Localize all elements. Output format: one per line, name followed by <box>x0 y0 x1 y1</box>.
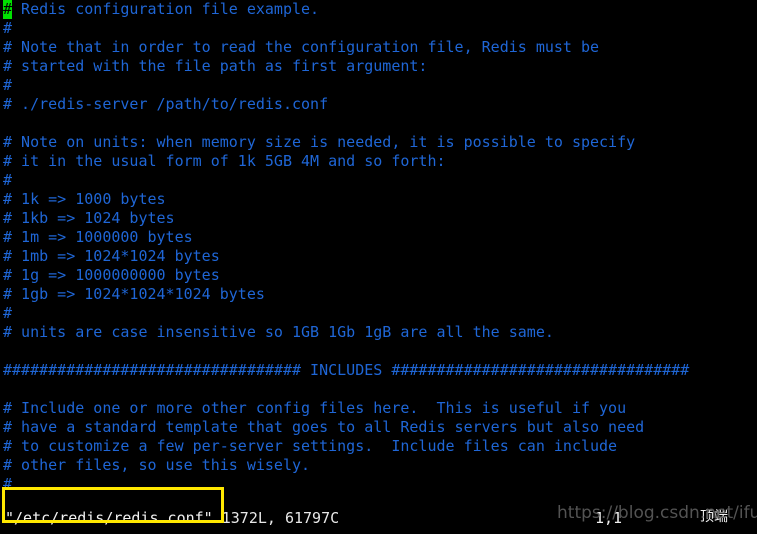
editor-line-15: # 1g => 1000000000 bytes <box>3 266 220 284</box>
editor-line-1: # Redis configuration file example. <box>0 0 757 19</box>
status-filename: "/etc/redis/redis.conf" <box>5 509 213 527</box>
vim-editor-buffer[interactable]: # Redis configuration file example. # # … <box>0 0 757 534</box>
editor-line-3: # Note that in order to read the configu… <box>3 38 600 56</box>
editor-line-9: # it in the usual form of 1k 5GB 4M and … <box>3 152 446 170</box>
editor-line-18: # units are case insensitive so 1GB 1Gb … <box>3 323 554 341</box>
editor-line-4: # started with the file path as first ar… <box>3 57 428 75</box>
editor-line-25: # other files, so use this wisely. <box>3 456 311 474</box>
editor-line-13: # 1m => 1000000 bytes <box>3 228 193 246</box>
editor-line-11: # 1k => 1000 bytes <box>3 190 166 208</box>
editor-line-20-includes-separator: ################################# INCLUD… <box>3 361 690 379</box>
editor-line-5: # <box>3 76 13 94</box>
editor-line-1-text: Redis configuration file example. <box>12 0 320 18</box>
editor-line-22: # Include one or more other config files… <box>3 399 627 417</box>
editor-line-17: # <box>3 304 13 322</box>
editor-line-23: # have a standard template that goes to … <box>3 418 645 436</box>
status-file-info: 1372L, 61797C <box>213 509 339 527</box>
status-file-info-text: 1372L, 61797C <box>221 509 340 527</box>
editor-line-26: # <box>3 475 13 493</box>
editor-line-24: # to customize a few per-server settings… <box>3 437 618 455</box>
editor-line-10: # <box>3 171 13 189</box>
csdn-watermark: https://blog.csdn.net/ifubing <box>557 503 757 523</box>
terminal-screenshot: # Redis configuration file example. # # … <box>0 0 757 534</box>
editor-line-16: # 1gb => 1024*1024*1024 bytes <box>3 285 265 303</box>
editor-line-6: # ./redis-server /path/to/redis.conf <box>3 95 329 113</box>
editor-line-8: # Note on units: when memory size is nee… <box>3 133 636 151</box>
editor-line-2: # <box>3 19 13 37</box>
editor-line-19 <box>0 342 757 361</box>
editor-line-14: # 1mb => 1024*1024 bytes <box>3 247 220 265</box>
editor-line-7 <box>0 114 757 133</box>
editor-line-12: # 1kb => 1024 bytes <box>3 209 175 227</box>
editor-line-21 <box>0 380 757 399</box>
vim-cursor-block[interactable]: # <box>3 0 13 19</box>
